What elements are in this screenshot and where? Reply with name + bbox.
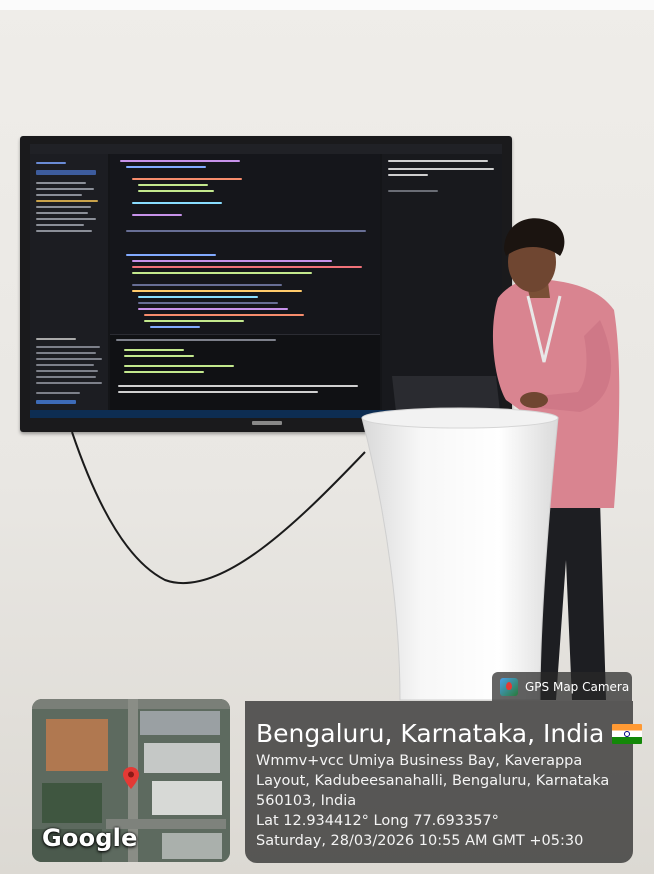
address-line-1: Wmmv+vcc Umiya Business Bay, Kaverappa [256,753,583,769]
gps-app-name: GPS Map Camera [525,679,630,694]
india-flag-icon [612,724,643,744]
satellite-map-thumbnail: Google [32,699,230,862]
location-info-panel: Bengaluru, Karnataka, India Wmmv+vcc Umi… [245,701,643,863]
photo-scene: GPS Map Camera Google Bengaluru, Karnata… [0,0,654,874]
datetime-line: Saturday, 28/03/2026 10:55 AM GMT +05:30 [256,833,584,849]
coordinates-line: Lat 12.934412° Long 77.693357° [256,813,499,829]
map-provider-label: Google [42,824,138,852]
address-line-2: Layout, Kadubeesanahalli, Bengaluru, Kar… [256,773,610,789]
city-text: Bengaluru, Karnataka, India [256,719,605,748]
address-line-3: 560103, India [256,793,357,809]
gps-map-camera-icon [500,677,518,696]
location-pin-icon [123,767,139,789]
gps-map-camera-badge: GPS Map Camera [492,672,632,701]
location-city-line: Bengaluru, Karnataka, India [256,719,643,748]
